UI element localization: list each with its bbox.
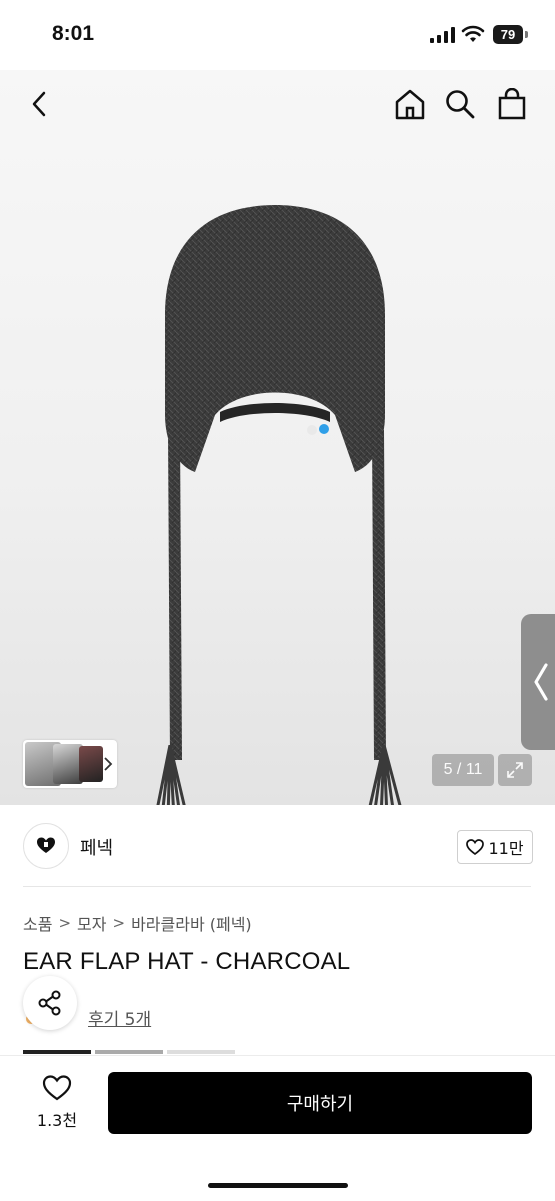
product-image-gallery[interactable]: [0, 70, 555, 805]
share-button[interactable]: [23, 976, 77, 1030]
expand-button[interactable]: [498, 754, 532, 786]
wifi-icon: [461, 25, 485, 42]
expand-icon: [507, 762, 523, 778]
back-icon: [32, 91, 46, 117]
battery-indicator: 79: [493, 25, 523, 44]
heart-icon: [42, 1075, 72, 1101]
top-navigation: [0, 78, 555, 134]
cart-button[interactable]: [490, 78, 534, 130]
heart-icon: [466, 839, 485, 855]
chevron-right-icon: >: [112, 914, 126, 932]
breadcrumb: 소품 > 모자 > 바라클라바 (페넥): [23, 911, 252, 935]
option-tab[interactable]: [167, 1050, 235, 1054]
brand-name[interactable]: 페넥: [80, 834, 113, 860]
product-image-hat: [165, 205, 386, 760]
buy-button[interactable]: 구매하기: [108, 1072, 532, 1134]
home-button[interactable]: [388, 78, 432, 130]
cellular-signal-icon: [430, 27, 455, 43]
wishlist-button[interactable]: 1.3천: [25, 1072, 89, 1134]
divider: [23, 886, 531, 887]
thumbnail-3[interactable]: [79, 746, 103, 782]
status-bar: 8:01 79: [0, 0, 555, 70]
chevron-right-icon: [104, 757, 113, 771]
review-link[interactable]: 후기 5개: [88, 1005, 151, 1030]
search-icon: [446, 90, 475, 119]
breadcrumb-item[interactable]: 바라클라바 (페넥): [131, 911, 252, 935]
tassel-right: [368, 745, 402, 805]
image-counter: 5 / 11: [432, 754, 494, 786]
tassel-left: [156, 745, 186, 805]
breadcrumb-item[interactable]: 소품: [23, 911, 52, 935]
product-title: EAR FLAP HAT - CHARCOAL: [23, 948, 351, 975]
wishlist-count: 1.3천: [36, 1111, 78, 1130]
brand-like-button[interactable]: 11만: [457, 830, 533, 864]
brand-logo[interactable]: [23, 823, 69, 869]
status-time: 8:01: [52, 22, 95, 45]
home-indicator: [208, 1183, 348, 1188]
brand-like-count: 11만: [488, 839, 524, 858]
brand-logo-mark: [37, 837, 55, 853]
option-tab[interactable]: [95, 1050, 163, 1054]
back-button[interactable]: [18, 78, 62, 130]
thumbnail-strip[interactable]: [23, 740, 117, 788]
home-icon: [395, 89, 425, 120]
side-panel-handle[interactable]: [521, 614, 555, 750]
share-icon: [38, 990, 61, 1016]
bag-icon: [498, 88, 526, 120]
search-button[interactable]: [438, 78, 482, 130]
chevron-left-icon: [534, 663, 548, 701]
battery-tip: [525, 31, 528, 38]
chevron-right-icon: >: [58, 914, 72, 932]
breadcrumb-item[interactable]: 모자: [77, 911, 106, 935]
option-tab-active[interactable]: [23, 1050, 91, 1054]
